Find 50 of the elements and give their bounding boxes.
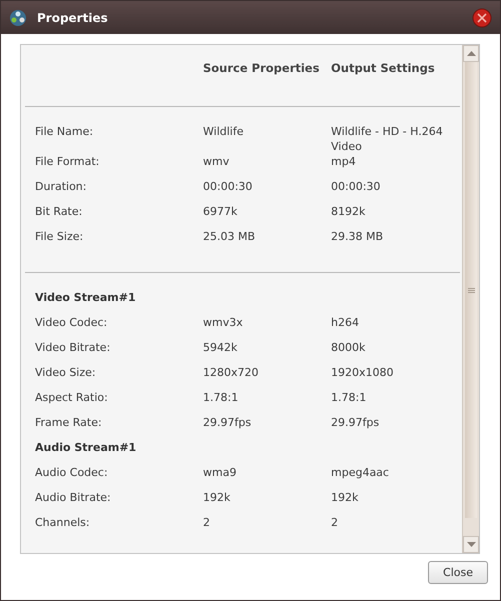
property-label: File Name: xyxy=(35,124,94,139)
property-label: Video Size: xyxy=(35,365,97,380)
source-value: 00:00:30 xyxy=(203,179,254,194)
property-label: Channels: xyxy=(35,515,91,530)
property-label: File Size: xyxy=(35,229,84,244)
source-value: 1.78:1 xyxy=(203,390,240,405)
output-value: mpeg4aac xyxy=(331,465,390,480)
property-label: Duration: xyxy=(35,179,88,194)
property-label: Bit Rate: xyxy=(35,204,84,219)
output-value: 29.97fps xyxy=(331,415,380,430)
property-label: File Format: xyxy=(35,154,100,169)
source-value: 1280x720 xyxy=(203,365,260,380)
column-header: Output Settings xyxy=(331,61,436,77)
output-value: h264 xyxy=(331,315,360,330)
close-button[interactable]: Close xyxy=(428,561,488,584)
property-label: Frame Rate: xyxy=(35,415,103,430)
output-value: 1920x1080 xyxy=(331,365,394,380)
output-value: 29.38 MB xyxy=(331,229,384,244)
output-value: 2 xyxy=(331,515,339,530)
source-value: Wildlife xyxy=(203,124,244,139)
source-value: wmv3x xyxy=(203,315,244,330)
output-value: 192k xyxy=(331,490,360,505)
grip-icon[interactable] xyxy=(468,288,474,292)
property-label: Audio Codec: xyxy=(35,465,109,480)
property-label: Video Codec: xyxy=(35,315,108,330)
source-value: wma9 xyxy=(203,465,238,480)
output-value: 8192k xyxy=(331,204,366,219)
source-value: 25.03 MB xyxy=(203,229,256,244)
source-value: 2 xyxy=(203,515,211,530)
window-title: Properties xyxy=(37,10,109,24)
column-header: Source Properties xyxy=(203,61,320,77)
output-value: 8000k xyxy=(331,340,366,355)
source-value: wmv xyxy=(203,154,230,169)
section-heading: Audio Stream#1 xyxy=(35,440,138,455)
source-value: 6977k xyxy=(203,204,238,219)
property-label: Aspect Ratio: xyxy=(35,390,109,405)
close-icon[interactable] xyxy=(472,8,492,28)
section-heading: Video Stream#1 xyxy=(35,290,137,305)
source-value: 5942k xyxy=(203,340,238,355)
scrollbar[interactable] xyxy=(462,45,479,553)
output-value: 00:00:30 xyxy=(331,179,382,194)
film-reel-icon xyxy=(9,8,27,26)
down-arrow-icon[interactable] xyxy=(466,542,476,547)
property-label: Video Bitrate: xyxy=(35,340,112,355)
property-label: Audio Bitrate: xyxy=(35,490,112,505)
output-value: 1.78:1 xyxy=(331,390,368,405)
up-arrow-icon[interactable] xyxy=(466,51,476,56)
source-value: 29.97fps xyxy=(203,415,252,430)
source-value: 192k xyxy=(203,490,232,505)
output-value: mp4 xyxy=(331,154,357,169)
